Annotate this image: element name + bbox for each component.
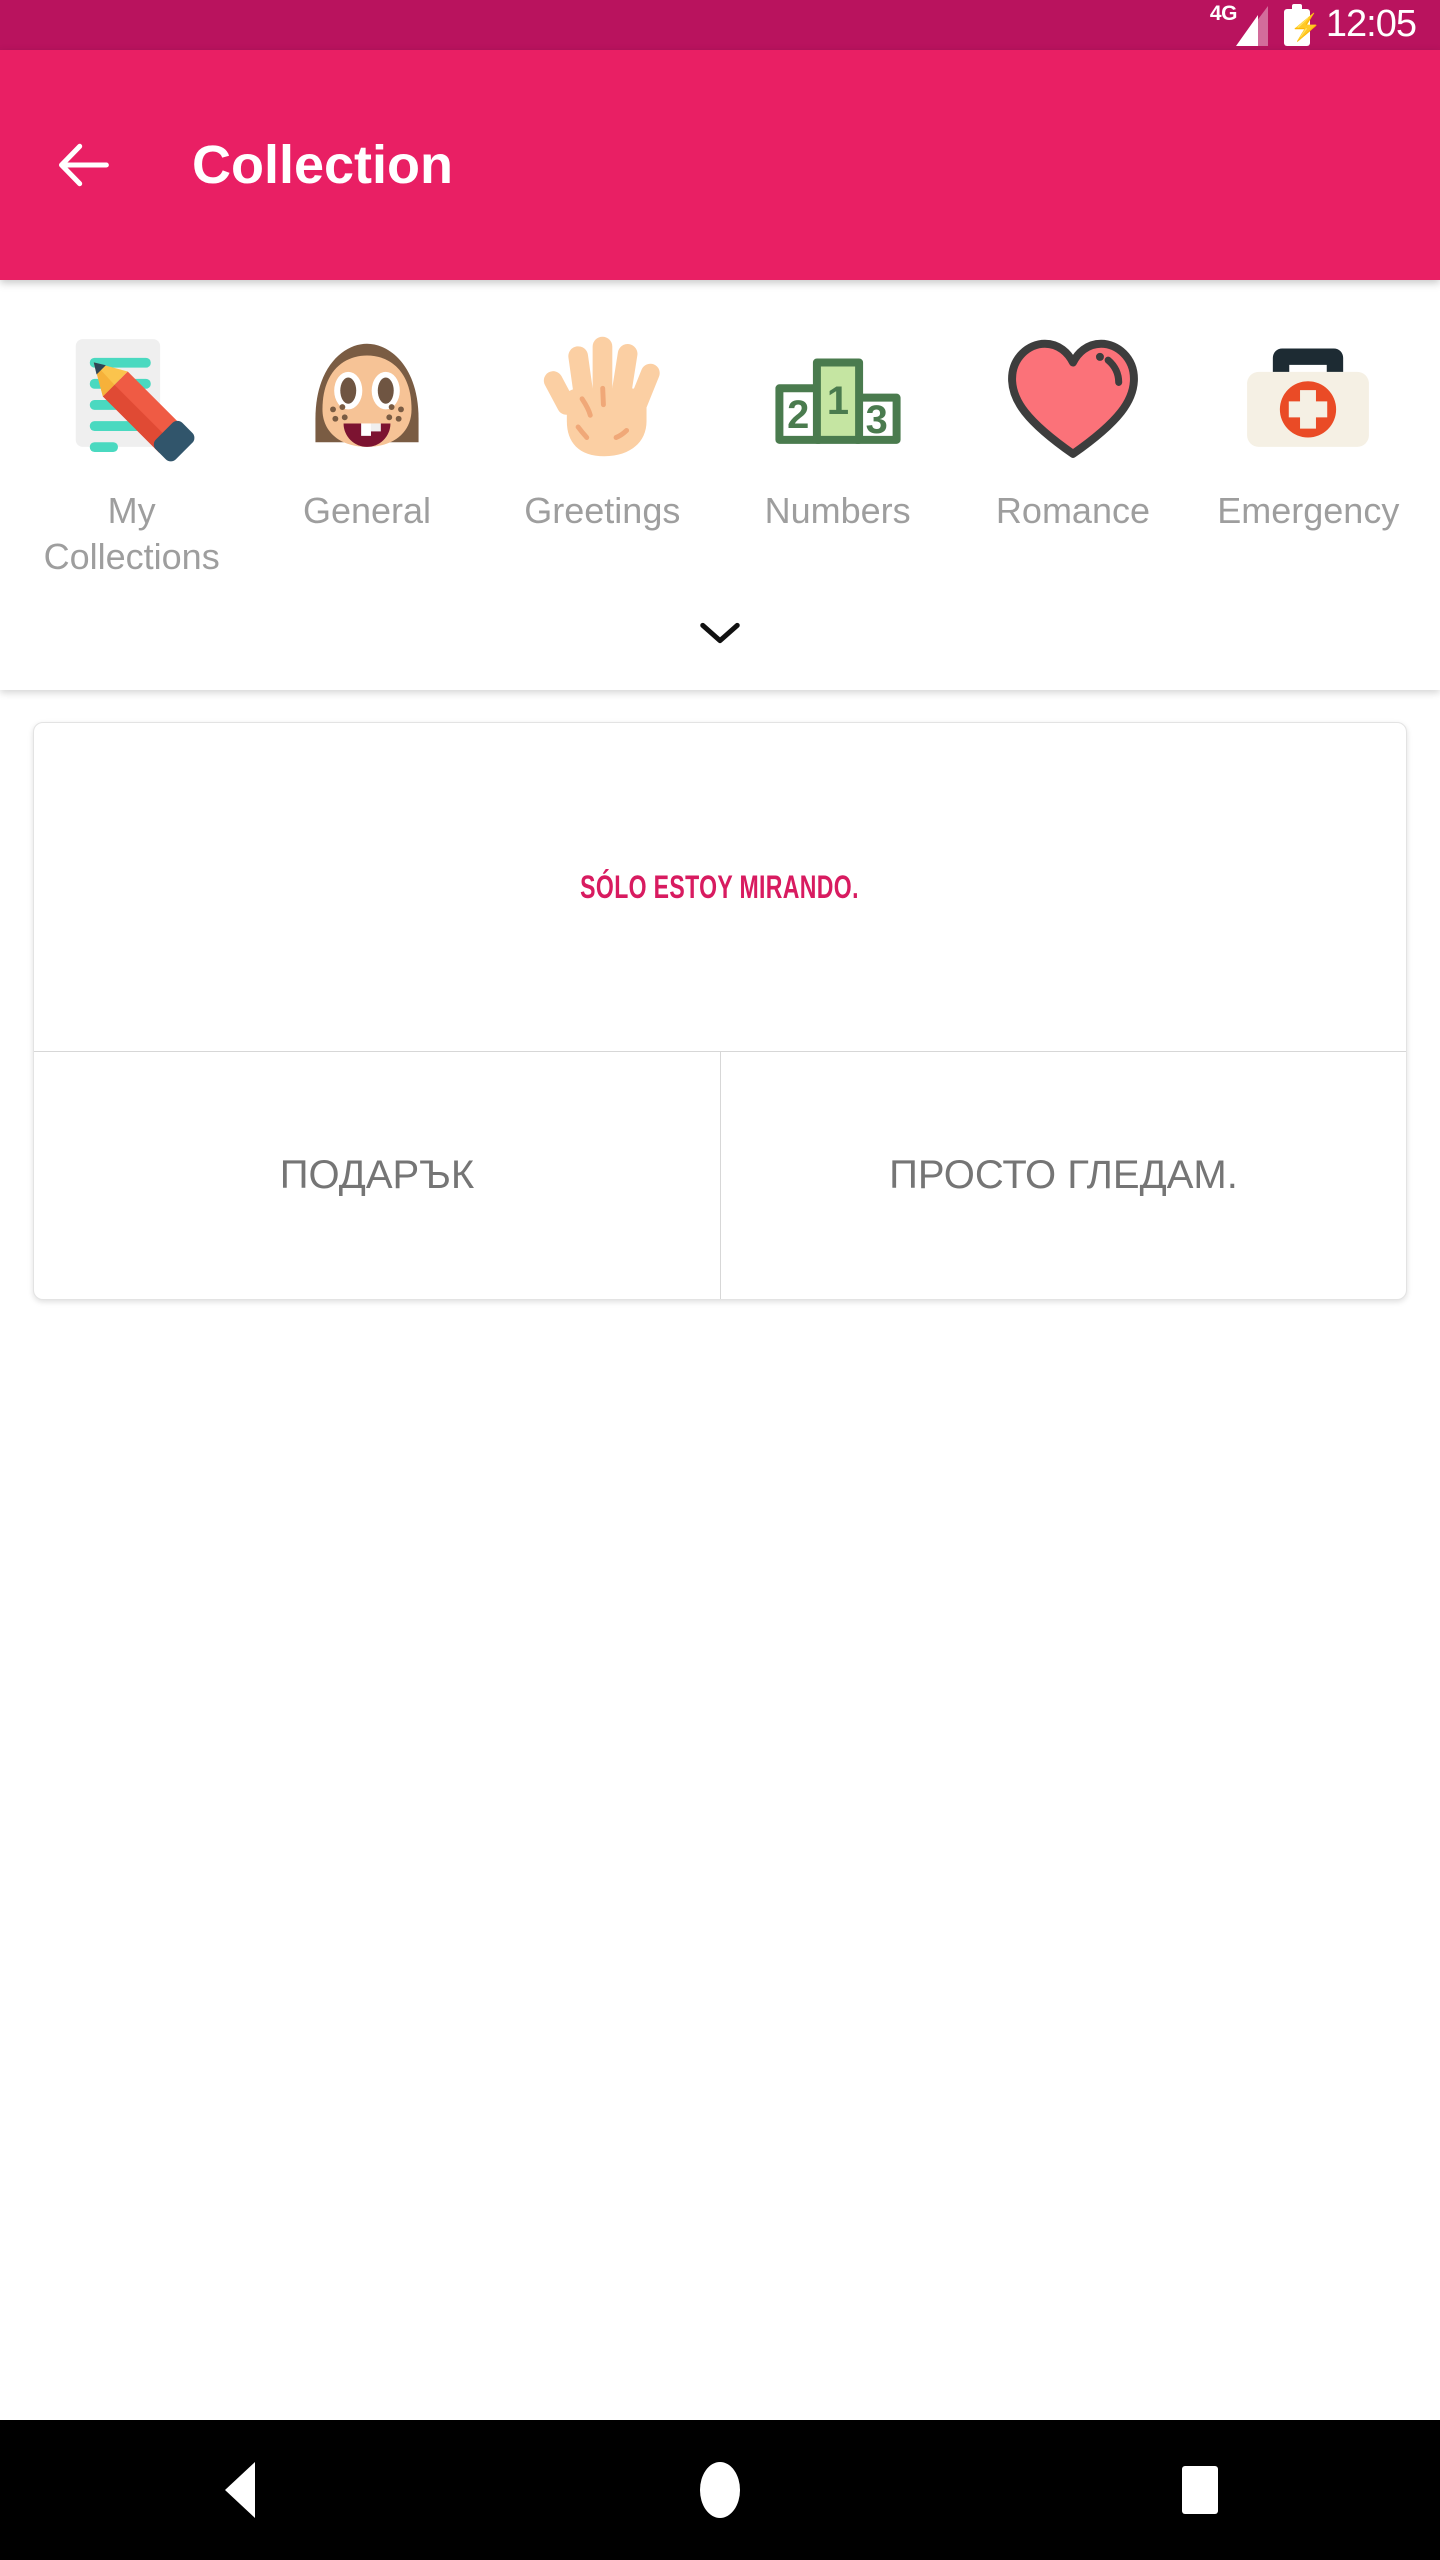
- app-bar: Collection: [0, 50, 1440, 280]
- signal-triangle-foreground: [1235, 15, 1258, 46]
- category-label: Numbers: [764, 490, 911, 531]
- android-recents-icon[interactable]: [1100, 2420, 1300, 2560]
- category-panel: My Collections General Greetings 2 1 3 N…: [0, 280, 1440, 690]
- phrase-action-left[interactable]: ПОДАРЪК: [34, 1052, 720, 1299]
- content-area: SÓLO ESTOY MIRANDO. ПОДАРЪК ПРОСТО ГЛЕДА…: [0, 690, 1440, 2420]
- svg-text:2: 2: [787, 393, 809, 437]
- phrase-text: SÓLO ESTOY MIRANDO.: [580, 868, 860, 905]
- android-navigation-bar: [0, 2420, 1440, 2560]
- svg-text:3: 3: [865, 398, 887, 442]
- status-bar-right-group: 4G ⚡ 12:05: [1209, 2, 1417, 46]
- open-hand-emoji-icon: [522, 320, 682, 480]
- android-back-icon[interactable]: [140, 2420, 340, 2560]
- back-arrow-icon[interactable]: [50, 130, 120, 200]
- category-label: Emergency: [1217, 490, 1400, 531]
- heart-icon: [993, 320, 1153, 480]
- category-item-romance[interactable]: Romance: [955, 320, 1190, 534]
- phrase-display: SÓLO ESTOY MIRANDO.: [34, 723, 1406, 1051]
- first-aid-kit-icon: [1228, 320, 1388, 480]
- recents-square: [1182, 2466, 1218, 2514]
- battery-bolt: ⚡: [1290, 14, 1322, 40]
- status-bar: 4G ⚡ 12:05: [0, 0, 1440, 50]
- category-label: Greetings: [524, 490, 681, 531]
- phrase-action-right[interactable]: ПРОСТО ГЛЕДАМ.: [720, 1052, 1406, 1299]
- phrase-card[interactable]: SÓLO ESTOY MIRANDO. ПОДАРЪК ПРОСТО ГЛЕДА…: [33, 722, 1407, 1300]
- category-row: My Collections General Greetings 2 1 3 N…: [0, 320, 1440, 580]
- battery-charging-icon: ⚡: [1283, 4, 1322, 46]
- category-item-my-collections[interactable]: My Collections: [14, 320, 249, 580]
- page-title: Collection: [192, 135, 454, 195]
- category-item-emergency[interactable]: Emergency: [1191, 320, 1426, 534]
- category-label: My Collections: [43, 490, 220, 577]
- network-type-label: 4G: [1209, 2, 1238, 25]
- phrase-actions: ПОДАРЪК ПРОСТО ГЛЕДАМ.: [34, 1051, 1406, 1299]
- podium-123-icon: 2 1 3: [758, 320, 918, 480]
- category-label: General: [302, 490, 432, 531]
- note-pencil-icon: [52, 320, 212, 480]
- category-item-numbers[interactable]: 2 1 3 Numbers: [720, 320, 955, 534]
- app-root: 4G ⚡ 12:05 Collection: [0, 0, 1440, 2560]
- back-triangle: [225, 2462, 255, 2518]
- android-home-icon[interactable]: [620, 2420, 820, 2560]
- signal-bars-icon: 4G: [1209, 2, 1268, 46]
- status-bar-clock: 12:05: [1325, 2, 1417, 45]
- category-item-general[interactable]: General: [249, 320, 484, 534]
- category-item-greetings[interactable]: Greetings: [485, 320, 720, 534]
- expand-categories-button[interactable]: [0, 580, 1440, 690]
- home-circle: [700, 2462, 740, 2518]
- girl-face-emoji-icon: [287, 320, 447, 480]
- chevron-down-icon: [697, 619, 743, 652]
- svg-text:1: 1: [827, 379, 849, 423]
- category-label: Romance: [995, 490, 1150, 531]
